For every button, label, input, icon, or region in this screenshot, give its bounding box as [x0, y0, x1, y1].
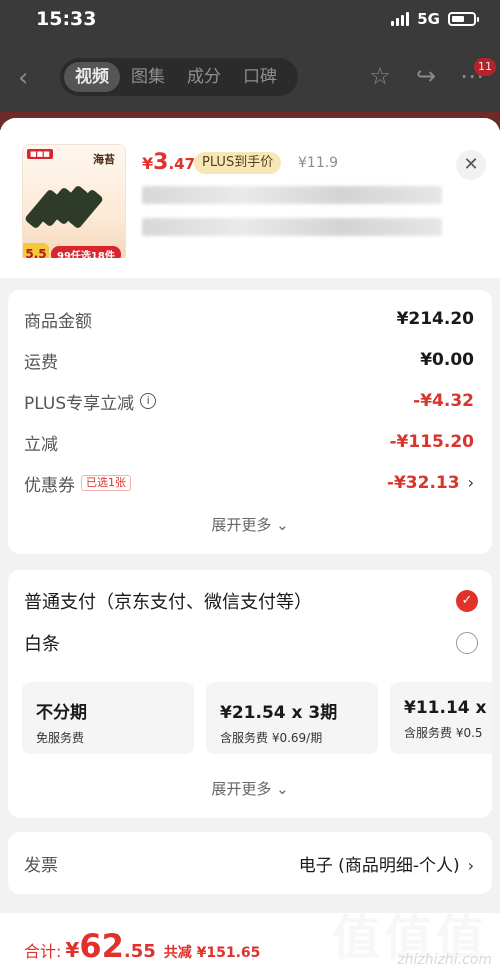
- more-icon[interactable]: ⋯ 11: [458, 58, 496, 90]
- radio-checked-icon[interactable]: ✓: [456, 590, 478, 612]
- status-bar: 15:33 5G: [0, 0, 500, 40]
- installment-6[interactable]: ¥11.14 x 6 含服务费 ¥0.5: [390, 682, 492, 754]
- brand-logo: ■■■: [27, 149, 53, 159]
- blurred-product-title: [142, 186, 442, 204]
- product-nav: ‹ 视频 图集 成分 口碑 ☆ ↪ ⋯ 11: [0, 58, 500, 98]
- expand-more-payment[interactable]: 展开更多 ⌄: [8, 778, 492, 799]
- thumb-title: 海苔: [93, 153, 115, 166]
- row-coupon[interactable]: 优惠券 已选1张 -¥32.13 ›: [24, 468, 474, 498]
- product-header: ■■■ 海苔 5.5 99任选18件 ¥3.47 PLUS到手价 ¥11.9 ✕: [0, 118, 500, 278]
- plus-price: ¥3.47: [142, 150, 196, 175]
- installment-3[interactable]: ¥21.54 x 3期 含服务费 ¥0.69/期: [206, 682, 378, 754]
- info-icon[interactable]: i: [140, 393, 157, 409]
- blurred-product-spec: [142, 218, 442, 236]
- product-thumbnail[interactable]: ■■■ 海苔 5.5 99任选18件: [22, 144, 126, 268]
- close-icon[interactable]: ✕: [456, 150, 486, 180]
- row-goods-amount: 商品金额 ¥214.20: [24, 309, 474, 332]
- total-savings: 共减 ¥151.65: [163, 945, 261, 961]
- payment-card: 普通支付（京东支付、微信支付等） ✓ 白条 不分期 免服务费 ¥21.54 x …: [8, 570, 492, 818]
- installment-list: 不分期 免服务费 ¥21.54 x 3期 含服务费 ¥0.69/期 ¥11.14…: [22, 682, 492, 756]
- nav-actions: ☆ ↪ ⋯ 11: [366, 58, 496, 90]
- expand-more-summary[interactable]: 展开更多 ⌄: [8, 514, 492, 535]
- signal-icon: [391, 12, 410, 26]
- card-top-edge: [8, 258, 492, 276]
- coupon-selected-tag: 已选1张: [81, 475, 131, 491]
- original-price: ¥11.9: [298, 155, 339, 171]
- back-icon[interactable]: ‹: [18, 64, 40, 92]
- seaweed-roll-image: [24, 184, 104, 231]
- status-indicators: 5G: [391, 10, 479, 28]
- row-instant-discount: 立减 -¥115.20: [24, 432, 474, 455]
- status-time: 15:33: [36, 8, 97, 30]
- plus-price-tag: PLUS到手价: [194, 152, 282, 174]
- payment-option-normal[interactable]: 普通支付（京东支付、微信支付等） ✓: [24, 586, 478, 616]
- tab-reviews[interactable]: 口碑: [232, 62, 288, 92]
- row-shipping: 运费 ¥0.00: [24, 350, 474, 373]
- tab-ingredients[interactable]: 成分: [176, 62, 232, 92]
- battery-icon: [448, 12, 479, 26]
- invoice-card: 发票 电子 (商品明细-个人) ›: [8, 832, 492, 894]
- message-badge: 11: [474, 58, 496, 76]
- tab-video[interactable]: 视频: [64, 62, 120, 92]
- total-amount: 合计: ¥62.55 共减 ¥151.65: [24, 927, 261, 965]
- watermark-url: zhizhizhi.com: [397, 952, 492, 968]
- row-plus-discount: PLUS专享立减 i -¥4.32: [24, 391, 474, 414]
- payment-option-baitiao[interactable]: 白条: [24, 628, 478, 658]
- chevron-right-icon: ›: [467, 855, 474, 875]
- radio-unchecked-icon[interactable]: [456, 632, 478, 654]
- chevron-right-icon: ›: [467, 473, 474, 492]
- price-summary-card: 商品金额 ¥214.20 运费 ¥0.00 PLUS专享立减 i -¥4.32 立…: [8, 290, 492, 554]
- tab-bar: 视频 图集 成分 口碑: [60, 58, 298, 96]
- invoice-row[interactable]: 发票 电子 (商品明细-个人) ›: [24, 848, 474, 878]
- network-type: 5G: [417, 10, 440, 28]
- checkout-sheet: ■■■ 海苔 5.5 99任选18件 ¥3.47 PLUS到手价 ¥11.9 ✕…: [0, 118, 500, 978]
- tab-gallery[interactable]: 图集: [120, 62, 176, 92]
- favorite-star-icon[interactable]: ☆: [366, 62, 394, 90]
- share-icon[interactable]: ↪: [412, 62, 440, 90]
- installment-none[interactable]: 不分期 免服务费: [22, 682, 194, 754]
